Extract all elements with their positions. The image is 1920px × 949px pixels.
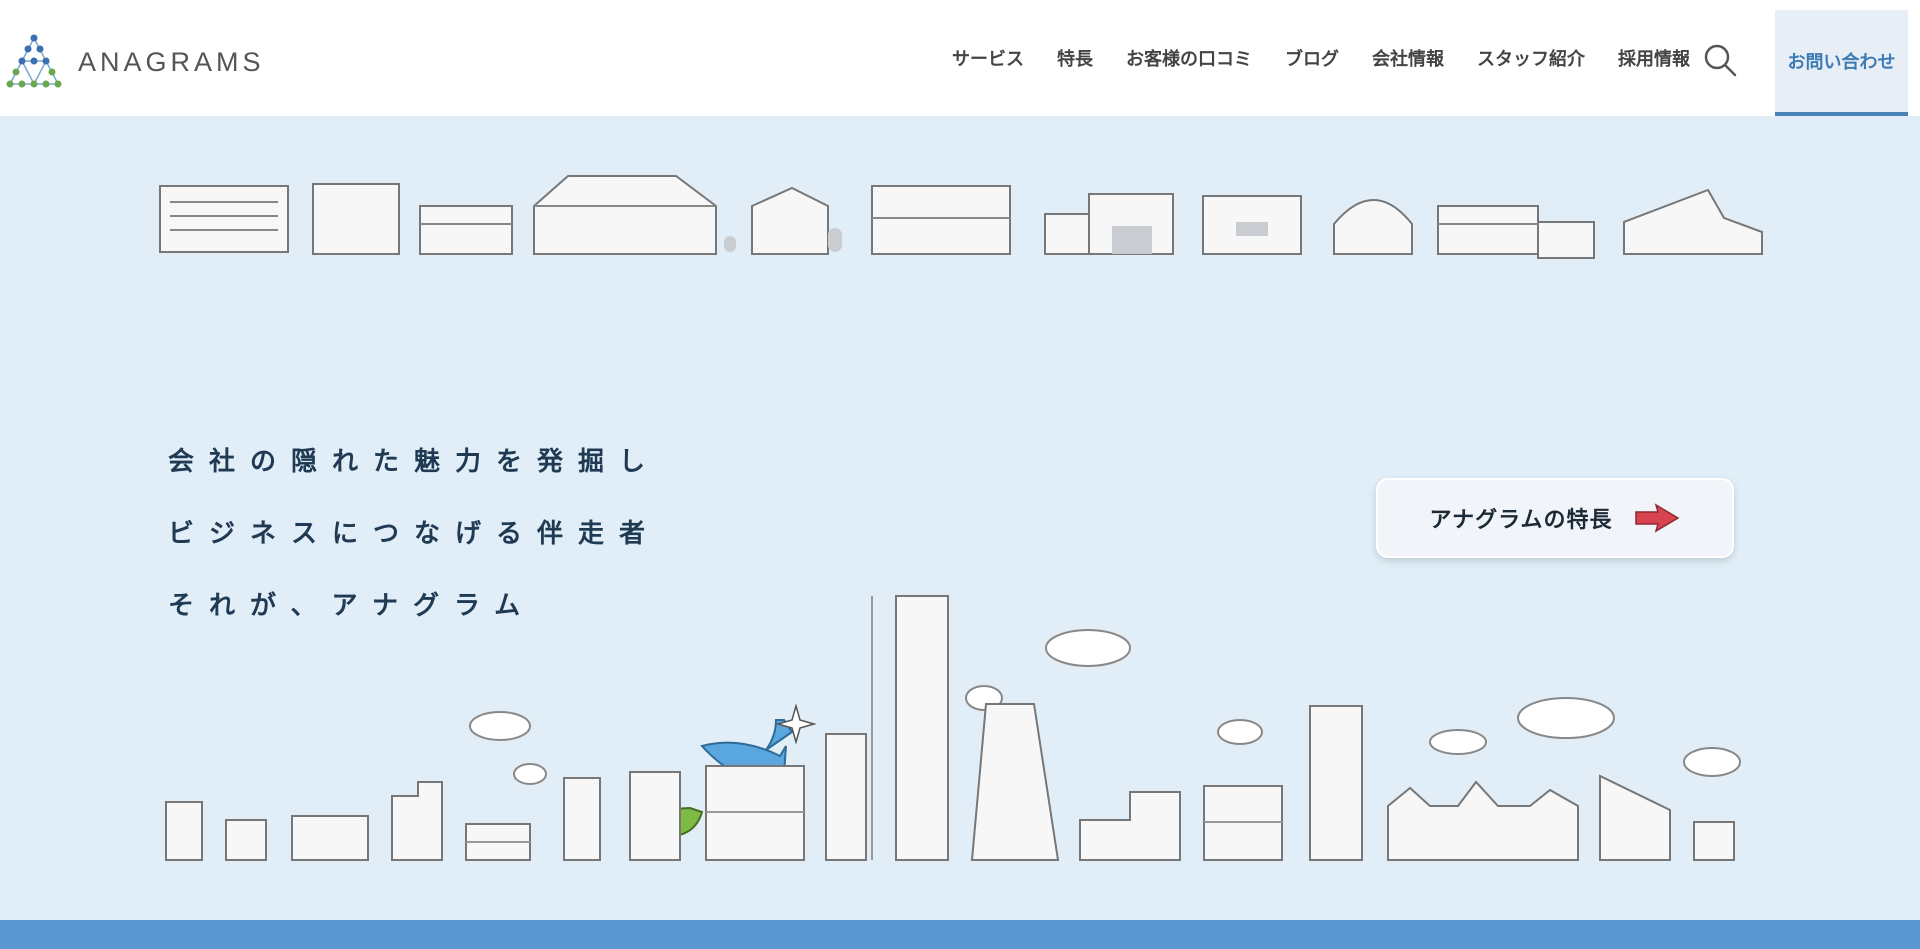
contact-button[interactable]: お問い合わせ xyxy=(1775,10,1908,116)
arrow-right-icon xyxy=(1635,503,1680,533)
anagrams-logo-icon xyxy=(6,34,62,88)
skyline-top-illustration xyxy=(159,175,1763,259)
nav-item-staff[interactable]: スタッフ紹介 xyxy=(1477,45,1585,71)
tagline-line-2: ビジネスにつなげる伴走者 xyxy=(168,519,661,549)
logo-text: ANAGRAMS xyxy=(78,46,265,77)
nav-item-blog[interactable]: ブログ xyxy=(1285,45,1339,71)
search-icon[interactable] xyxy=(1702,42,1738,78)
site-header: ANAGRAMS サービス 特長 お客様の口コミ ブログ 会社情報 スタッフ紹介… xyxy=(0,0,1920,116)
nav-item-features[interactable]: 特長 xyxy=(1057,45,1093,71)
nav-item-reviews[interactable]: お客様の口コミ xyxy=(1126,45,1252,71)
footer-band xyxy=(0,920,1920,949)
nav-item-services[interactable]: サービス xyxy=(952,45,1024,71)
nav-item-recruit[interactable]: 採用情報 xyxy=(1618,45,1690,71)
hero-section: 会社の隠れた魅力を発掘し ビジネスにつなげる伴走者 それが、アナグラム アナグラ… xyxy=(0,116,1920,920)
features-button[interactable]: アナグラムの特長 xyxy=(1376,478,1734,558)
main-nav: サービス 特長 お客様の口コミ ブログ 会社情報 スタッフ紹介 採用情報 xyxy=(952,0,1690,116)
nav-item-company[interactable]: 会社情報 xyxy=(1372,45,1444,71)
features-button-label: アナグラムの特長 xyxy=(1429,508,1613,533)
skyline-bottom-illustration xyxy=(165,595,1741,861)
logo[interactable]: ANAGRAMS xyxy=(4,34,265,90)
tagline-line-1: 会社の隠れた魅力を発掘し xyxy=(168,447,661,477)
